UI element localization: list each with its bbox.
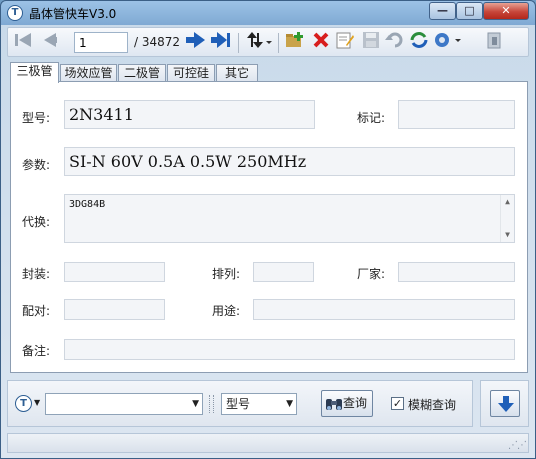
maximize-button[interactable]: □ — [456, 2, 483, 20]
tab-thyristor[interactable]: 可控硅 — [167, 64, 215, 82]
search-mode-dropdown[interactable]: T ▼ — [15, 394, 43, 414]
settings-dropdown[interactable] — [432, 31, 464, 53]
search-button[interactable]: 查询 — [321, 390, 373, 417]
chevron-down-icon[interactable]: ▼ — [286, 394, 293, 414]
status-bar: ⋰⋰ — [7, 433, 529, 453]
pair-field[interactable] — [64, 299, 165, 320]
save-record-button[interactable] — [360, 31, 382, 53]
close-button[interactable]: ✕ — [483, 2, 529, 20]
sort-icon — [247, 32, 272, 48]
tab-diode[interactable]: 二极管 — [118, 64, 166, 82]
tab-transistor[interactable]: 三极管 — [10, 62, 59, 83]
save-icon — [363, 32, 379, 48]
maker-field[interactable] — [398, 262, 515, 282]
next-record-button[interactable] — [184, 31, 206, 53]
chevron-down-icon: ▼ — [34, 398, 41, 407]
add-record-button[interactable] — [284, 31, 306, 53]
title-bar: T 晶体管快车V3.0 — □ ✕ — [1, 1, 535, 25]
search-field-text: 型号 — [226, 397, 251, 411]
substitute-text: 3DG84B — [69, 199, 106, 210]
search-button-label: 查询 — [343, 396, 368, 410]
mark-label: 标记: — [357, 111, 386, 125]
last-record-button[interactable] — [210, 31, 232, 53]
package-label: 封装: — [22, 267, 51, 281]
usage-label: 用途: — [212, 304, 241, 318]
sort-dropdown[interactable] — [244, 31, 274, 53]
window-title: 晶体管快车V3.0 — [29, 7, 117, 21]
toolbar-separator — [238, 33, 239, 53]
detail-panel: 型号: 2N3411 标记: 参数: SI-N 60V 0.5A 0.5W 25… — [10, 81, 528, 373]
next-icon — [186, 32, 205, 48]
search-query-combo[interactable]: ▼ — [45, 393, 203, 415]
edit-icon — [336, 32, 354, 49]
model-label: 型号: — [22, 111, 51, 125]
first-icon — [15, 33, 31, 47]
resize-grip-icon[interactable]: ⋰⋰ — [508, 440, 527, 451]
edit-record-button[interactable] — [334, 31, 356, 53]
toolbar-separator — [278, 33, 279, 53]
add-icon — [286, 32, 303, 47]
undo-button[interactable] — [384, 31, 406, 53]
grip-handle[interactable] — [209, 395, 214, 413]
fuzzy-search-checkbox[interactable]: ✓ — [391, 397, 404, 410]
last-icon — [211, 32, 230, 48]
refresh-icon — [410, 32, 428, 48]
minimize-button[interactable]: — — [429, 2, 456, 20]
delete-icon — [313, 32, 329, 48]
app-window: T 晶体管快车V3.0 — □ ✕ / 34872 — [0, 0, 536, 459]
scroll-up-icon[interactable]: ▲ — [501, 195, 514, 209]
package-field[interactable] — [64, 262, 165, 282]
chevron-down-icon[interactable]: ▼ — [192, 394, 199, 414]
arrow-down-icon — [498, 396, 514, 412]
tab-other[interactable]: 其它 — [216, 64, 258, 82]
binoculars-icon — [326, 399, 342, 410]
pinout-field[interactable] — [253, 262, 314, 282]
fuzzy-search-label: 模糊查询 — [408, 398, 457, 412]
prev-record-button[interactable] — [38, 31, 60, 53]
substitute-field[interactable]: 3DG84B ▲ ▼ — [64, 194, 515, 243]
first-record-button[interactable] — [12, 31, 34, 53]
settings-icon — [435, 33, 461, 47]
maker-label: 厂家: — [357, 267, 386, 281]
app-logo-icon: T — [7, 5, 23, 21]
pair-label: 配对: — [22, 304, 51, 318]
toolbar: / 34872 — [7, 27, 529, 57]
page-total: / 34872 — [134, 35, 181, 49]
prev-icon — [44, 33, 57, 47]
exit-button[interactable] — [484, 31, 506, 53]
substitute-scrollbar[interactable]: ▲ ▼ — [500, 195, 514, 242]
search-bar: T ▼ ▼ 型号 ▼ 查询 ✓ 模糊查询 — [7, 380, 473, 427]
model-field[interactable]: 2N3411 — [64, 100, 315, 129]
mark-field[interactable] — [398, 100, 515, 129]
exit-icon — [487, 32, 501, 49]
tab-fet[interactable]: 场效应管 — [60, 64, 117, 82]
notes-label: 备注: — [22, 344, 51, 358]
undo-icon — [385, 32, 403, 48]
usage-field[interactable] — [253, 299, 515, 320]
page-number-input[interactable] — [74, 32, 128, 53]
params-field[interactable]: SI-N 60V 0.5A 0.5W 250MHz — [64, 147, 515, 176]
scroll-down-button[interactable] — [490, 390, 520, 417]
notes-field[interactable] — [64, 339, 515, 360]
search-field-select[interactable]: 型号 ▼ — [221, 393, 297, 415]
delete-record-button[interactable] — [310, 31, 332, 53]
params-label: 参数: — [22, 158, 51, 172]
down-button-panel — [480, 380, 529, 427]
substitute-label: 代换: — [22, 215, 51, 229]
scroll-down-icon[interactable]: ▼ — [501, 228, 514, 242]
refresh-button[interactable] — [408, 31, 430, 53]
app-logo-icon: T — [15, 395, 32, 412]
pinout-label: 排列: — [212, 267, 241, 281]
